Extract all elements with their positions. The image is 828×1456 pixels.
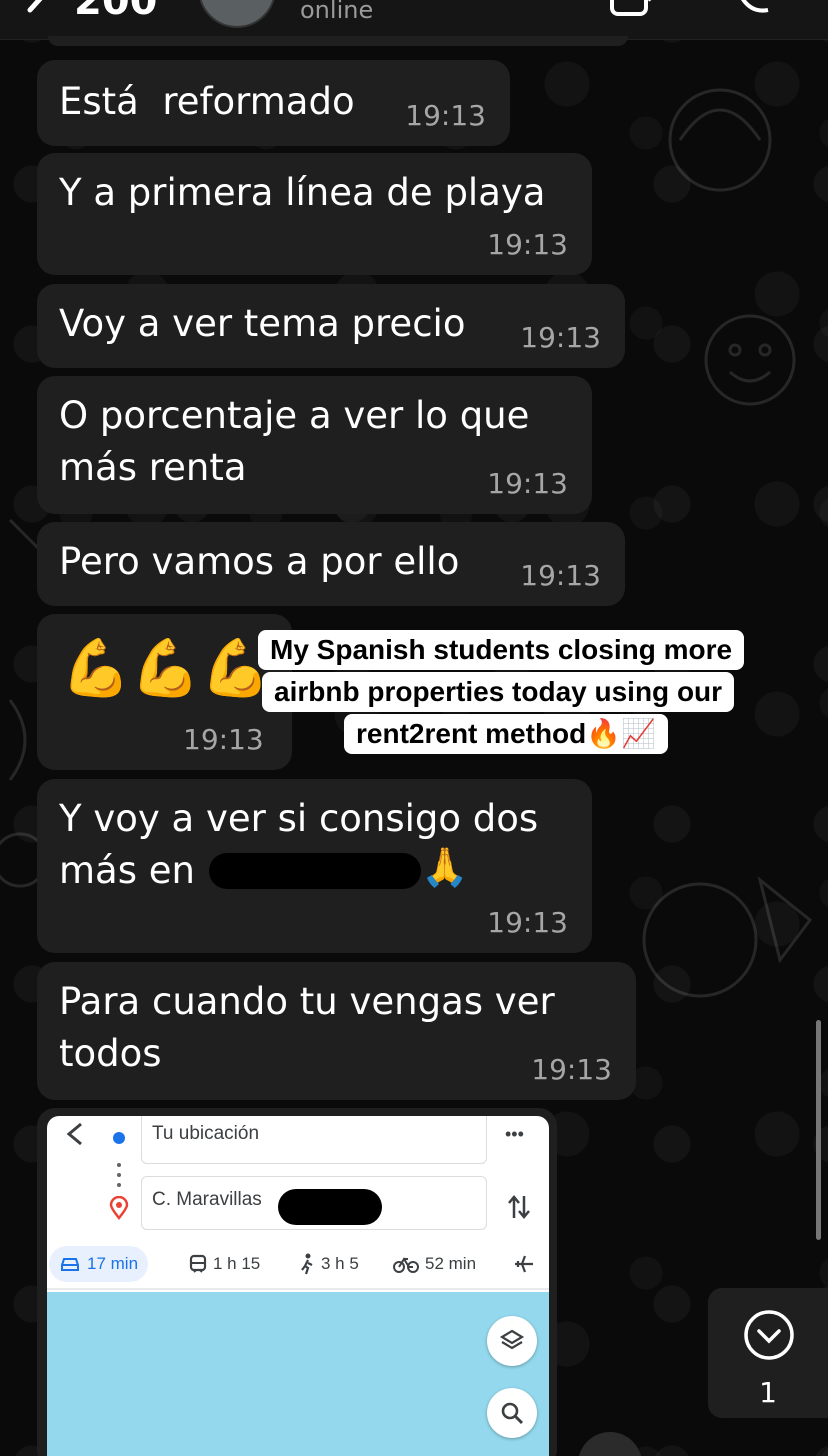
layers-button[interactable] [487, 1316, 537, 1366]
phone-call-icon[interactable] [728, 0, 778, 20]
mode-flight[interactable] [513, 1246, 541, 1282]
mode-label: 52 min [425, 1254, 477, 1273]
map-screenshot-message[interactable]: Tu ubicación C. Maravillas ••• 17 min 1 … [37, 1108, 557, 1456]
mode-cycling[interactable]: 52 min [393, 1246, 476, 1282]
message-text: Y a primera línea de playa [59, 171, 546, 214]
message-time: 19:13 [531, 1053, 612, 1086]
more-options-icon[interactable]: ••• [505, 1124, 524, 1145]
redaction-mark [209, 853, 421, 889]
message-bubble[interactable]: Pero vamos a por ello 19:13 [37, 522, 625, 606]
flexed-biceps-emojis: 💪💪💪 [61, 636, 271, 701]
video-call-icon[interactable] [608, 0, 668, 20]
map-divider [47, 1288, 549, 1290]
message-time: 19:13 [487, 906, 568, 939]
redaction-mark [278, 1189, 382, 1225]
bike-icon [393, 1257, 419, 1273]
message-bubble[interactable]: Voy a ver tema precio 19:13 [37, 284, 625, 368]
message-text: Pero vamos a por ello [59, 540, 460, 583]
message-bubble[interactable]: O porcentaje a ver lo que más renta 19:1… [37, 376, 592, 514]
unread-badge: 1 [759, 1376, 777, 1409]
wallpaper-ball-icon [642, 876, 813, 998]
message-time: 19:13 [405, 99, 486, 132]
message-time: 19:13 [183, 723, 264, 756]
message-text: Para cuando tu vengas ver todos [59, 980, 555, 1075]
mode-label: 1 h 15 [213, 1254, 261, 1273]
wallpaper-smiley-icon [704, 314, 796, 406]
mode-walking[interactable]: 3 h 5 [299, 1246, 359, 1282]
back-arrow-icon[interactable] [18, 0, 58, 26]
story-caption-text: rent2rent method [356, 718, 587, 749]
story-caption-line-1: My Spanish students closing more [258, 630, 745, 670]
previous-message-bubble [48, 36, 628, 46]
story-caption-line-3: rent2rent method🔥📈 [344, 714, 668, 754]
message-bubble[interactable]: Para cuando tu vengas ver todos 19:13 [37, 962, 636, 1100]
chat-header: 200 online [0, 0, 828, 40]
message-text: Voy a ver tema precio [59, 302, 466, 345]
fire-chart-emojis: 🔥📈 [586, 718, 656, 749]
map-water-area[interactable] [47, 1292, 549, 1456]
plane-icon [515, 1255, 533, 1273]
mode-label: 17 min [87, 1254, 139, 1273]
train-icon [189, 1254, 207, 1273]
origin-field[interactable]: Tu ubicación [141, 1116, 487, 1164]
message-time: 19:13 [487, 467, 568, 500]
contact-status: online [300, 0, 374, 24]
message-text: O porcentaje a ver lo que más renta [59, 394, 530, 489]
folded-hands-emoji: 🙏 [421, 845, 469, 889]
car-icon [61, 1258, 79, 1271]
mode-transit[interactable]: 1 h 15 [189, 1246, 260, 1282]
message-time: 19:13 [487, 228, 568, 261]
message-bubble[interactable]: Y a primera línea de playa 19:13 [37, 153, 592, 275]
unread-count: 200 [74, 0, 158, 24]
chevron-down-icon [744, 1310, 794, 1360]
story-caption-line-2: airbnb properties today using our [262, 672, 735, 712]
maps-screenshot: Tu ubicación C. Maravillas ••• 17 min 1 … [47, 1116, 549, 1456]
message-time: 19:13 [520, 559, 601, 592]
back-chevron-icon [66, 1122, 82, 1146]
layers-icon [499, 1329, 525, 1350]
message-text: Está reformado [59, 80, 355, 123]
destination-field[interactable]: C. Maravillas [141, 1176, 487, 1230]
swap-directions-icon[interactable] [507, 1192, 531, 1222]
destination-pin-icon [109, 1196, 129, 1220]
walk-icon [301, 1253, 313, 1275]
chat-scrollbar[interactable] [816, 1020, 821, 1240]
origin-text: Tu ubicación [152, 1123, 260, 1144]
contact-avatar[interactable] [198, 0, 276, 28]
origin-dot-icon [113, 1132, 125, 1144]
message-bubble[interactable]: Y voy a ver si consigo dos más en 🙏 19:1… [37, 779, 592, 953]
scroll-to-bottom-button[interactable]: 1 [708, 1288, 828, 1418]
route-dots-icon [117, 1163, 121, 1187]
message-bubble[interactable]: 💪💪💪 19:13 [37, 614, 292, 770]
map-search-button[interactable] [487, 1388, 537, 1438]
mode-label: 3 h 5 [321, 1254, 359, 1273]
message-bubble[interactable]: Está reformado 19:13 [37, 60, 510, 146]
mode-driving[interactable]: 17 min [49, 1246, 149, 1282]
wallpaper-doodle-icon [668, 88, 772, 192]
message-time: 19:13 [520, 321, 601, 354]
destination-text: C. Maravillas [152, 1189, 262, 1210]
search-icon [501, 1402, 524, 1425]
